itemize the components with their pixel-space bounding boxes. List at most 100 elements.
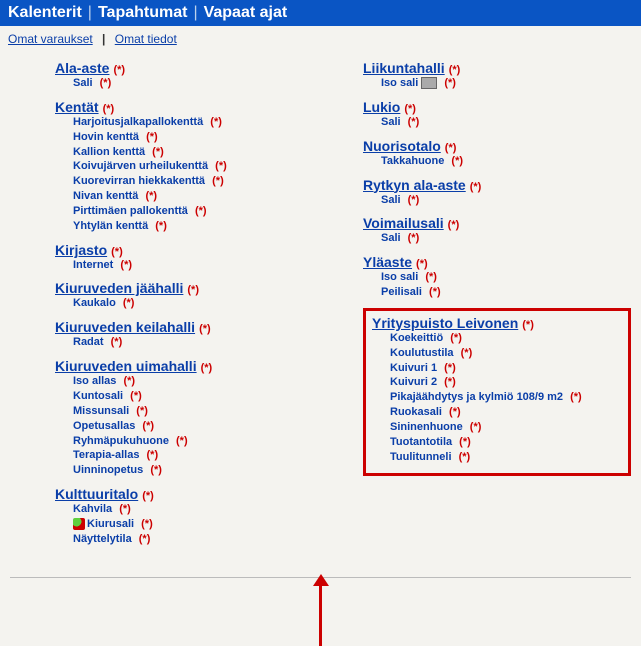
group: Ala-aste(*)Sali (*)	[55, 60, 323, 91]
group-title-link[interactable]: Yläaste	[363, 254, 412, 270]
group-title-link[interactable]: Kiuruveden jäähalli	[55, 280, 183, 296]
item-label[interactable]: Kaukalo	[73, 297, 116, 309]
item-label[interactable]: Iso sali	[381, 271, 418, 283]
item-label[interactable]: Koulutustila	[390, 347, 454, 359]
item-label[interactable]: Internet	[73, 259, 113, 271]
group: Liikuntahalli(*)Iso sali (*)	[363, 60, 631, 91]
list-item: Kaukalo (*)	[73, 296, 323, 311]
marker: (*)	[445, 142, 457, 154]
item-label[interactable]: Koivujärven urheilukenttä	[73, 160, 208, 172]
list-item: Kuorevirran hiekkakenttä (*)	[73, 174, 323, 189]
item-label[interactable]: Kuivuri 2	[390, 376, 437, 388]
item-label[interactable]: Pirttimäen pallokenttä	[73, 205, 188, 217]
list-item: Kuntosali (*)	[73, 389, 323, 404]
nav-calendars[interactable]: Kalenterit	[8, 4, 82, 22]
nav-events[interactable]: Tapahtumat	[98, 4, 187, 22]
list-item: Iso sali (*)	[381, 270, 631, 285]
marker: (*)	[446, 406, 461, 418]
content: Ala-aste(*)Sali (*)Kentät(*)Harjoitusjal…	[0, 52, 641, 573]
list-item: Ruokasali (*)	[390, 405, 622, 420]
item-label[interactable]: Ryhmäpukuhuone	[73, 435, 169, 447]
item-label[interactable]: Koekeittiö	[390, 332, 443, 344]
arrow-line	[319, 586, 322, 646]
group-title-link[interactable]: Liikuntahalli	[363, 60, 445, 76]
link-own-bookings[interactable]: Omat varaukset	[8, 32, 93, 46]
group-title-link[interactable]: Yrityspuisto Leivonen	[372, 315, 518, 331]
item-label[interactable]: Harjoitusjalkapallokenttä	[73, 116, 203, 128]
item-label[interactable]: Sali	[381, 232, 401, 244]
marker: (*)	[120, 375, 135, 387]
group-title-link[interactable]: Lukio	[363, 99, 400, 115]
group: Kentät(*)Harjoitusjalkapallokenttä (*)Ho…	[55, 99, 323, 234]
item-label[interactable]: Iso allas	[73, 375, 116, 387]
item-label[interactable]: Missunsali	[73, 405, 129, 417]
item-label[interactable]: Tuotantotila	[390, 436, 452, 448]
marker: (*)	[120, 297, 135, 309]
items: Iso sali (*)Peilisali (*)	[363, 270, 631, 300]
marker: (*)	[447, 332, 462, 344]
nav-sep: |	[193, 4, 197, 22]
link-own-info[interactable]: Omat tiedot	[115, 32, 177, 46]
group-title-link[interactable]: Voimailusali	[363, 215, 444, 231]
item-label[interactable]: Kahvila	[73, 503, 112, 515]
marker: (*)	[143, 131, 158, 143]
items: Koekeittiö (*)Koulutustila (*)Kuivuri 1 …	[372, 331, 622, 465]
item-label[interactable]: Yhtylän kenttä	[73, 220, 148, 232]
marker: (*)	[173, 435, 188, 447]
group: Lukio(*)Sali (*)	[363, 99, 631, 130]
marker: (*)	[116, 503, 131, 515]
marker: (*)	[441, 362, 456, 374]
group: Kiuruveden uimahalli(*)Iso allas (*)Kunt…	[55, 358, 323, 478]
marker: (*)	[97, 77, 112, 89]
marker: (*)	[448, 219, 460, 231]
item-label[interactable]: Sininenhuone	[390, 421, 463, 433]
item-label[interactable]: Sali	[73, 77, 93, 89]
nav-freetimes[interactable]: Vapaat ajat	[204, 4, 288, 22]
item-label[interactable]: Hovin kenttä	[73, 131, 139, 143]
top-nav: Kalenterit | Tapahtumat | Vapaat ajat	[0, 0, 641, 26]
item-label[interactable]: Kiurusali	[87, 518, 134, 530]
item-label[interactable]: Radat	[73, 336, 104, 348]
marker: (*)	[143, 449, 158, 461]
item-label[interactable]: Opetusallas	[73, 420, 135, 432]
list-item: Tuulitunneli (*)	[390, 450, 622, 465]
marker: (*)	[138, 518, 153, 530]
marker: (*)	[441, 376, 456, 388]
group-title-link[interactable]: Rytkyn ala-aste	[363, 177, 466, 193]
item-label[interactable]: Kuntosali	[73, 390, 123, 402]
items: Sali (*)	[363, 231, 631, 246]
item-label[interactable]: Pikajäähdytys ja kylmiö 108/9 m2	[390, 391, 563, 403]
group: Yläaste(*)Iso sali (*)Peilisali (*)	[363, 254, 631, 300]
item-label[interactable]: Tuulitunneli	[390, 451, 452, 463]
items: Iso sali (*)	[363, 76, 631, 91]
item-label[interactable]: Näyttelytila	[73, 533, 132, 545]
item-label[interactable]: Sali	[381, 116, 401, 128]
list-item: Takkahuone (*)	[381, 154, 631, 169]
item-label[interactable]: Iso sali	[381, 77, 418, 89]
item-label[interactable]: Kuorevirran hiekkakenttä	[73, 175, 205, 187]
item-label[interactable]: Kuivuri 1	[390, 362, 437, 374]
item-label[interactable]: Nivan kenttä	[73, 190, 138, 202]
item-label[interactable]: Terapia-allas	[73, 449, 139, 461]
item-label[interactable]: Takkahuone	[381, 155, 444, 167]
list-item: Tuotantotila (*)	[390, 435, 622, 450]
list-item: Radat (*)	[73, 335, 323, 350]
item-label[interactable]: Kallion kenttä	[73, 146, 145, 158]
item-label[interactable]: Peilisali	[381, 286, 422, 298]
item-label[interactable]: Ruokasali	[390, 406, 442, 418]
marker: (*)	[467, 421, 482, 433]
group-title-link[interactable]: Ala-aste	[55, 60, 109, 76]
marker: (*)	[201, 362, 213, 374]
item-label[interactable]: Sali	[381, 194, 401, 206]
list-item: Sali (*)	[381, 231, 631, 246]
group-title-link[interactable]: Kirjasto	[55, 242, 107, 258]
group-title-link[interactable]: Nuorisotalo	[363, 138, 441, 154]
item-label[interactable]: Uinninopetus	[73, 464, 143, 476]
group: Kirjasto(*)Internet (*)	[55, 242, 323, 273]
group-title-link[interactable]: Kiuruveden keilahalli	[55, 319, 195, 335]
marker: (*)	[441, 77, 456, 89]
group-title-link[interactable]: Kulttuuritalo	[55, 486, 138, 502]
marker: (*)	[522, 319, 534, 331]
group-title-link[interactable]: Kiuruveden uimahalli	[55, 358, 197, 374]
group-title-link[interactable]: Kentät	[55, 99, 99, 115]
